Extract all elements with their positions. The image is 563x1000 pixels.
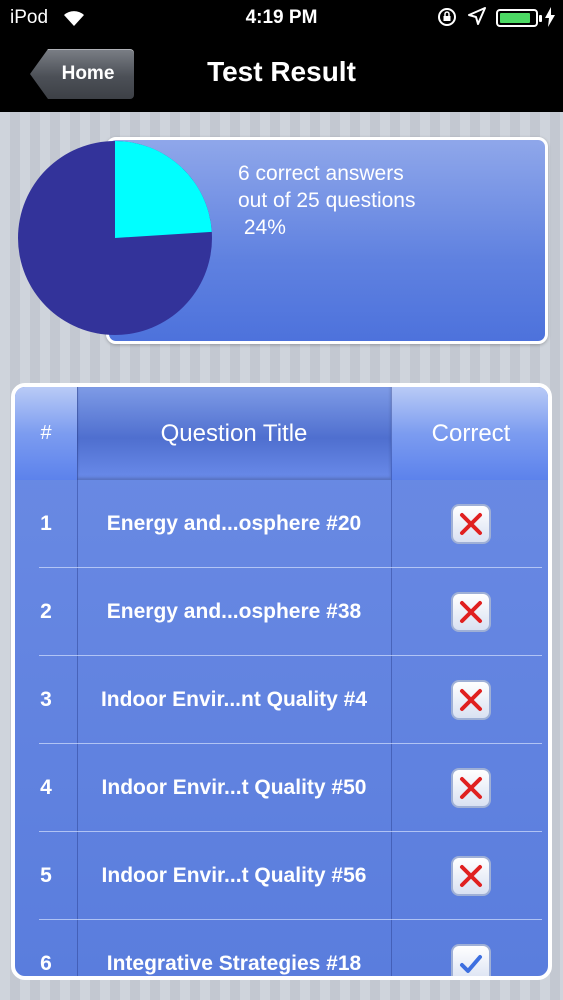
header-number: # [40,422,52,444]
row-question-title: Indoor Envir...nt Quality #4 [100,688,368,711]
header-correct[interactable]: Correct [391,387,548,480]
row-correct-cell [391,480,548,568]
row-correct-cell [391,920,548,976]
score-pie-chart [18,141,212,335]
row-correct-cell [391,656,548,744]
cross-icon [451,504,491,544]
table-row[interactable]: 4 Indoor Envir...t Quality #50 [15,744,548,832]
row-number: 3 [40,688,52,711]
row-correct-cell [391,568,548,656]
cross-icon [451,592,491,632]
pie-slice-correct [115,141,212,238]
table-row[interactable]: 6 Integrative Strategies #18 [15,920,548,976]
table-row[interactable]: 5 Indoor Envir...t Quality #56 [15,832,548,920]
table-row[interactable]: 2 Energy and...osphere #38 [15,568,548,656]
table-header: # Question Title Correct [15,387,548,480]
battery-level [500,13,530,23]
row-number: 4 [40,776,52,799]
cross-icon [451,680,491,720]
summary-percentage: 24% [238,216,286,239]
table-row[interactable]: 1 Energy and...osphere #20 [15,480,548,568]
results-table[interactable]: # Question Title Correct 1 Energy and...o… [11,383,552,980]
row-correct-cell [391,832,548,920]
table-row[interactable]: 3 Indoor Envir...nt Quality #4 [15,656,548,744]
row-question-title: Indoor Envir...t Quality #56 [101,864,367,887]
summary-total-questions: out of 25 questions [238,189,416,212]
rotation-lock-icon [438,8,456,26]
row-question-title: Integrative Strategies #18 [106,952,362,975]
header-question-title[interactable]: Question Title [77,387,391,480]
row-question-title: Energy and...osphere #38 [106,600,362,623]
row-question-title: Energy and...osphere #20 [106,512,362,535]
status-bar: iPod 4:19 PM [0,0,563,36]
row-number: 5 [40,864,52,887]
charging-icon [545,7,555,27]
row-correct-cell [391,744,548,832]
location-icon [468,7,486,25]
cross-icon [451,768,491,808]
row-number: 1 [40,512,52,535]
navigation-bar: Home Test Result [0,36,563,112]
row-number: 2 [40,600,52,623]
summary-text: 6 correct answers out of 25 questions 24… [238,160,538,241]
battery-icon [496,9,542,27]
row-number: 6 [40,952,52,975]
row-question-title: Indoor Envir...t Quality #50 [101,776,367,799]
checkmark-icon [451,944,491,976]
summary-correct-count: 6 correct answers [238,162,404,185]
cross-icon [451,856,491,896]
page-title: Test Result [207,56,356,87]
